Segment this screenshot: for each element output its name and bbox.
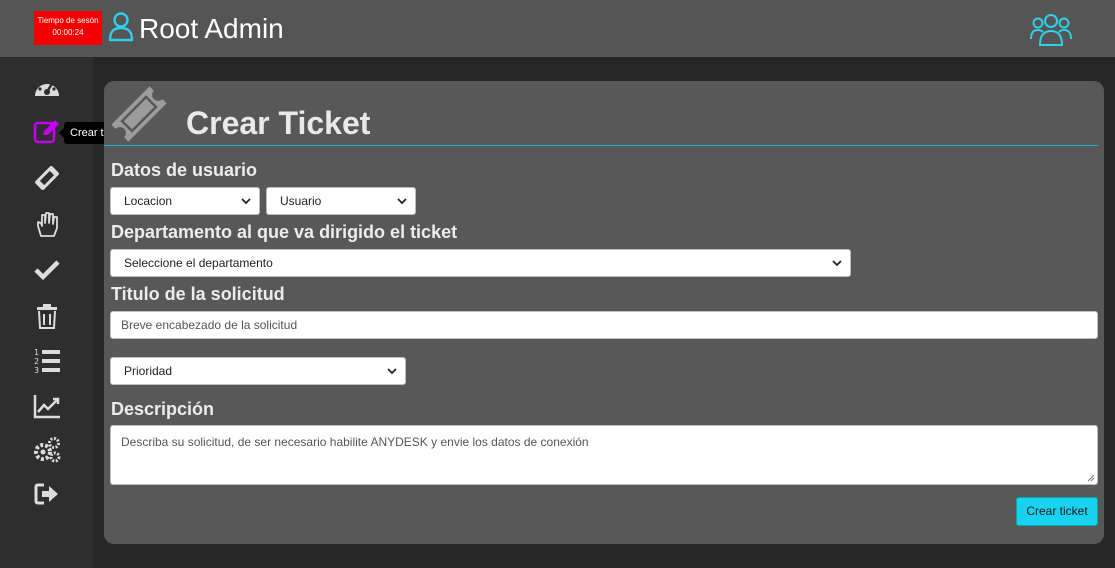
title-divider [104, 145, 1098, 146]
department-select[interactable]: Seleccione el departamento [110, 249, 851, 277]
sidebar-item-completed[interactable] [33, 256, 61, 284]
description-textarea[interactable]: Describa su solicitud, de ser necesario … [110, 425, 1098, 485]
user-name: Root Admin [139, 13, 284, 44]
create-ticket-card: Crear Ticket Datos de usuario Locacion U… [104, 81, 1104, 544]
section-title-label: Titulo de la solicitud [111, 284, 285, 304]
ordered-list-icon: 1 2 3 [34, 348, 60, 375]
priority-select[interactable]: Prioridad [110, 357, 406, 385]
title-input-placeholder: Breve encabezado de la solicitud [121, 318, 298, 332]
description-placeholder: Describa su solicitud, de ser necesario … [121, 435, 589, 449]
user-select-value: Usuario [280, 194, 322, 208]
users-group-icon[interactable] [1030, 11, 1072, 47]
location-select-value: Locacion [124, 194, 173, 208]
page-title: Crear Ticket [186, 105, 371, 141]
session-timer-label: Tiempo de sesón [37, 16, 99, 25]
sidebar-item-deleted[interactable] [33, 302, 61, 330]
chevron-down-icon [397, 198, 407, 205]
svg-text:1: 1 [34, 348, 39, 357]
top-bar: Tiempo de sesón 00:00:24 Root Admin [0, 0, 1115, 57]
sidebar-item-tickets[interactable] [33, 164, 61, 192]
session-timer: Tiempo de sesón 00:00:24 [34, 11, 102, 45]
user-outline-icon [108, 12, 134, 42]
create-ticket-button[interactable]: Crear ticket [1016, 497, 1098, 526]
chevron-down-icon [832, 260, 842, 267]
priority-select-value: Prioridad [124, 364, 173, 378]
sidebar-item-logout[interactable] [33, 480, 61, 508]
session-timer-value: 00:00:24 [52, 28, 84, 37]
user-select[interactable]: Usuario [266, 187, 416, 215]
sidebar-item-create-ticket[interactable] [33, 118, 61, 146]
sidebar-item-reports[interactable] [33, 392, 61, 420]
section-user-label: Datos de usuario [111, 160, 258, 180]
check-icon [34, 260, 60, 281]
hand-icon [37, 212, 58, 237]
edit-square-icon [33, 120, 59, 144]
sidebar-item-dashboard[interactable] [33, 74, 61, 102]
sign-out-icon [34, 483, 58, 505]
sidebar-item-hand[interactable] [33, 210, 61, 238]
gears-icon [34, 437, 61, 463]
svg-text:3: 3 [34, 366, 39, 374]
chevron-down-icon [387, 368, 397, 375]
section-description-label: Descripción [111, 399, 215, 419]
ticket-icon [35, 166, 59, 190]
svg-text:2: 2 [34, 357, 39, 366]
title-input[interactable]: Breve encabezado de la solicitud [110, 311, 1098, 339]
trash-icon [37, 304, 57, 329]
ticket-icon [111, 86, 167, 142]
sidebar-item-list[interactable]: 1 2 3 [33, 346, 61, 375]
location-select[interactable]: Locacion [110, 187, 260, 215]
chevron-down-icon [241, 198, 251, 205]
chart-line-icon [33, 395, 60, 419]
dashboard-gauge-icon [35, 79, 59, 96]
department-select-value: Seleccione el departamento [124, 256, 273, 270]
section-department-label: Departamento al que va dirigido el ticke… [111, 222, 458, 242]
sidebar-item-settings[interactable] [33, 436, 61, 464]
resize-handle-icon[interactable] [1087, 474, 1095, 482]
